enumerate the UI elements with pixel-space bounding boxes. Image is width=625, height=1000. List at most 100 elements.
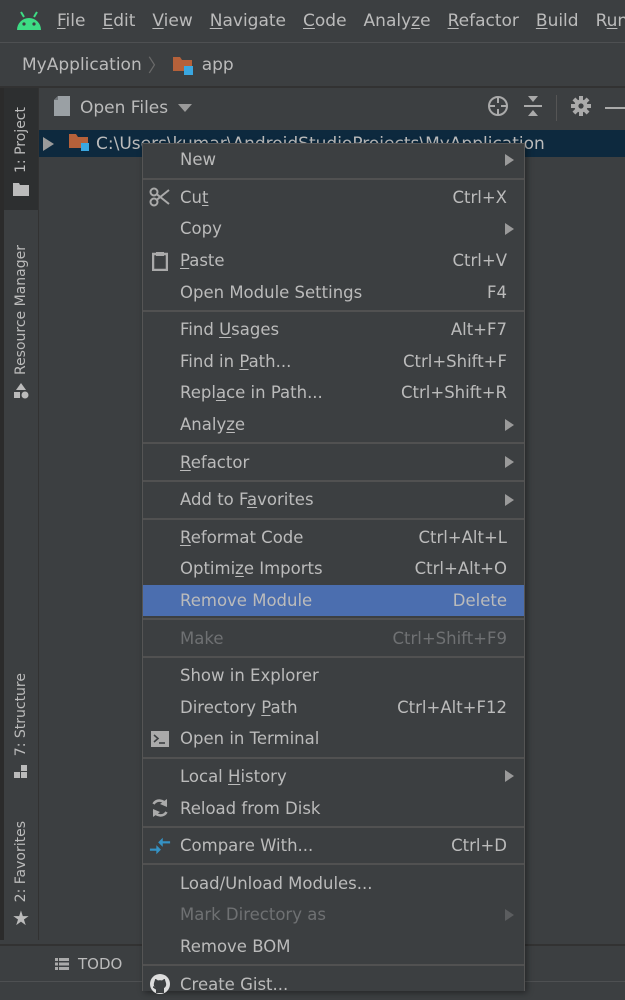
menu-item-local-history[interactable]: Local History bbox=[143, 761, 524, 793]
clipboard-icon bbox=[149, 250, 171, 272]
menu-item-directory-path[interactable]: Directory Path Ctrl+Alt+F12 bbox=[143, 692, 524, 724]
menu-item-label: Add to Favorites bbox=[180, 490, 314, 510]
menu-bar: File Edit View Navigate Code Analyze Refactor B… bbox=[0, 0, 625, 43]
menu-item-label: Refactor bbox=[180, 452, 250, 472]
menu-item-label: Load/Unload Modules... bbox=[180, 873, 373, 893]
menu-item-load-unload-modules[interactable]: Load/Unload Modules... bbox=[143, 867, 524, 899]
gear-icon[interactable] bbox=[571, 96, 591, 120]
todo-label: TODO bbox=[78, 955, 123, 973]
menu-item-add-to-favorites[interactable]: Add to Favorites bbox=[143, 484, 524, 516]
menu-item-refactor[interactable]: Refactor bbox=[143, 446, 524, 478]
resource-manager-icon bbox=[12, 383, 30, 403]
tool-tab-project[interactable]: 1: Project bbox=[4, 88, 38, 210]
menu-item-shortcut: Ctrl+Shift+F9 bbox=[392, 628, 507, 648]
menu-navigate[interactable]: Navigate bbox=[210, 11, 286, 31]
breadcrumb-project[interactable]: MyApplication bbox=[22, 55, 142, 75]
menu-item-shortcut: Ctrl+Alt+L bbox=[418, 527, 507, 547]
tool-tab-structure-label: 7: Structure bbox=[13, 672, 29, 756]
menu-item-copy[interactable]: Copy bbox=[143, 213, 524, 245]
submenu-arrow-icon bbox=[505, 222, 514, 235]
breadcrumb-module[interactable]: app bbox=[202, 55, 234, 75]
menu-item-label: Cut bbox=[180, 187, 209, 207]
reload-icon bbox=[149, 797, 171, 819]
menu-item-label: New bbox=[180, 150, 216, 170]
menu-item-paste[interactable]: Paste Ctrl+V bbox=[143, 245, 524, 277]
menu-item-label: Find Usages bbox=[180, 320, 280, 340]
submenu-arrow-icon bbox=[505, 418, 514, 431]
menu-item-open-module-settings[interactable]: Open Module Settings F4 bbox=[143, 276, 524, 308]
tool-tab-resource-manager[interactable]: Resource Manager bbox=[4, 238, 38, 403]
list-icon bbox=[55, 955, 69, 974]
menu-item-new[interactable]: New bbox=[143, 144, 524, 176]
menu-run[interactable]: Run bbox=[596, 11, 625, 31]
menu-item-shortcut: Ctrl+V bbox=[452, 251, 507, 271]
menu-item-replace-in-path[interactable]: Replace in Path... Ctrl+Shift+R bbox=[143, 377, 524, 409]
menu-item-label: Replace in Path... bbox=[180, 383, 323, 403]
menu-item-label: Make bbox=[180, 628, 224, 648]
menu-item-label: Open Module Settings bbox=[180, 282, 363, 302]
menu-edit[interactable]: Edit bbox=[102, 11, 135, 31]
tool-tab-favorites[interactable]: 2: Favorites ★ bbox=[4, 818, 38, 928]
menu-item-label: Reload from Disk bbox=[180, 798, 321, 818]
breadcrumb-separator: 〉 bbox=[147, 55, 166, 77]
menu-item-make: Make Ctrl+Shift+F9 bbox=[143, 622, 524, 654]
menu-item-show-in-explorer[interactable]: Show in Explorer bbox=[143, 660, 524, 692]
window-edge bbox=[0, 88, 4, 940]
menu-item-compare-with[interactable]: Compare With... Ctrl+D bbox=[143, 830, 524, 862]
menu-item-cut[interactable]: Cut Ctrl+X bbox=[143, 182, 524, 214]
module-folder-icon bbox=[68, 131, 92, 157]
menu-item-shortcut: Ctrl+Shift+R bbox=[401, 383, 507, 403]
menu-separator bbox=[143, 756, 524, 759]
chevron-down-icon[interactable] bbox=[178, 104, 193, 112]
menu-view[interactable]: View bbox=[152, 11, 192, 31]
menu-item-create-gist[interactable]: Create Gist... bbox=[143, 968, 524, 1000]
menu-item-optimize-imports[interactable]: Optimize Imports Ctrl+Alt+O bbox=[143, 553, 524, 585]
menu-file[interactable]: File bbox=[57, 11, 85, 31]
todo-tab[interactable]: TODO bbox=[55, 955, 122, 974]
menu-item-shortcut: Delete bbox=[452, 591, 507, 611]
menu-analyze[interactable]: Analyze bbox=[364, 11, 431, 31]
left-tool-strip: 1: Project Resource Manager 7: Structure… bbox=[0, 88, 39, 940]
menu-item-remove-module[interactable]: Remove Module Delete bbox=[143, 584, 524, 617]
menu-item-label: Open in Terminal bbox=[180, 729, 320, 749]
menu-separator bbox=[143, 479, 524, 482]
menu-separator bbox=[143, 309, 524, 312]
folder-icon bbox=[13, 181, 29, 200]
menu-item-remove-bom[interactable]: Remove BOM bbox=[143, 931, 524, 963]
menu-item-label: Paste bbox=[180, 251, 225, 271]
tool-tab-structure[interactable]: 7: Structure bbox=[4, 673, 38, 783]
menu-item-shortcut: Ctrl+Shift+F bbox=[402, 351, 507, 371]
toolbar-divider bbox=[556, 95, 557, 121]
menu-item-open-in-terminal[interactable]: Open in Terminal bbox=[143, 723, 524, 755]
breadcrumb: MyApplication 〉 app bbox=[0, 43, 625, 88]
submenu-arrow-icon bbox=[505, 908, 514, 921]
menu-item-label: Reformat Code bbox=[180, 527, 304, 547]
menu-item-shortcut: Alt+F7 bbox=[450, 320, 507, 340]
menu-separator bbox=[143, 177, 524, 180]
menu-item-label: Find in Path... bbox=[180, 351, 292, 371]
view-selector[interactable]: Open Files bbox=[80, 98, 168, 118]
menu-item-label: Remove BOM bbox=[180, 936, 291, 956]
context-menu: New Cut Ctrl+X Copy Paste Ctrl+V Open Module S… bbox=[142, 143, 525, 995]
android-logo-icon bbox=[15, 11, 43, 31]
menu-separator bbox=[143, 618, 524, 621]
menu-item-label: Compare With... bbox=[180, 836, 314, 856]
menu-refactor[interactable]: Refactor bbox=[448, 11, 519, 31]
menu-item-reload-from-disk[interactable]: Reload from Disk bbox=[143, 792, 524, 824]
locate-file-icon[interactable] bbox=[487, 95, 509, 121]
menu-item-analyze[interactable]: Analyze bbox=[143, 409, 524, 441]
menu-code[interactable]: Code bbox=[303, 11, 347, 31]
scissors-icon bbox=[149, 186, 171, 208]
menu-item-reformat-code[interactable]: Reformat Code Ctrl+Alt+L bbox=[143, 522, 524, 554]
menu-item-find-usages[interactable]: Find Usages Alt+F7 bbox=[143, 314, 524, 346]
minimize-icon[interactable] bbox=[605, 107, 625, 109]
menu-item-label: Analyze bbox=[180, 415, 246, 435]
menu-item-label: Remove Module bbox=[180, 591, 313, 611]
expand-arrow-icon[interactable] bbox=[43, 136, 54, 151]
collapse-all-icon[interactable] bbox=[523, 95, 543, 121]
menu-item-find-in-path[interactable]: Find in Path... Ctrl+Shift+F bbox=[143, 346, 524, 378]
menu-item-shortcut: F4 bbox=[487, 282, 507, 302]
menu-build[interactable]: Build bbox=[536, 11, 579, 31]
menu-item-label: Optimize Imports bbox=[180, 559, 323, 579]
menu-separator bbox=[143, 517, 524, 520]
